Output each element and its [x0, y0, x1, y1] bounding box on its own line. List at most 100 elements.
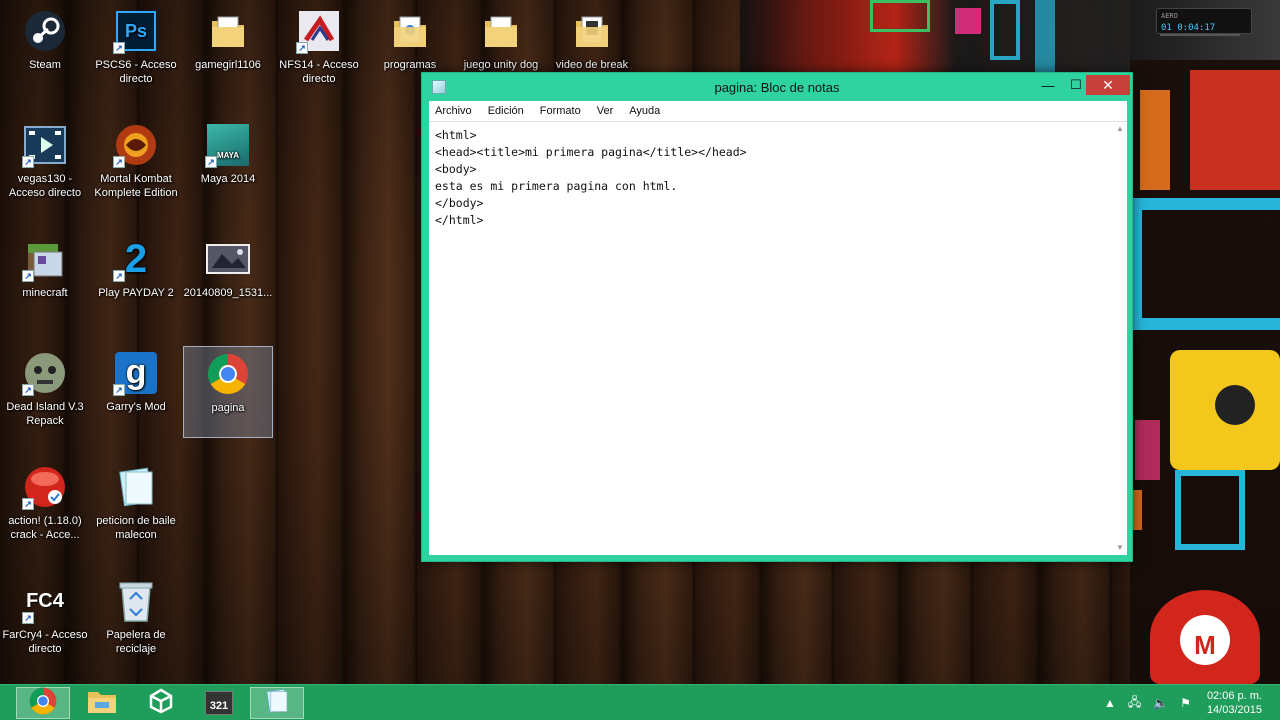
- menu-edicion[interactable]: Edición: [488, 105, 524, 117]
- volume-icon[interactable]: 🔈: [1153, 696, 1168, 710]
- desktop-icon-label: Mortal Kombat Komplete Edition: [94, 173, 178, 199]
- desktop-icon-label: Dead Island V.3 Repack: [6, 401, 84, 427]
- taskbar-chrome[interactable]: [16, 687, 70, 719]
- desktop-icon-label: PSCS6 - Acceso directo: [95, 59, 177, 85]
- desktop-icon-label: minecraft: [22, 287, 68, 299]
- unity-icon: [148, 688, 174, 719]
- action-icon: ↗: [22, 464, 68, 510]
- recycle-bin-icon: [113, 578, 159, 624]
- desktop-icon-recycle-bin[interactable]: Papelera de reciclaje: [91, 574, 181, 666]
- desktop-icon-label: video de break: [555, 59, 629, 71]
- menu-ayuda[interactable]: Ayuda: [629, 105, 660, 117]
- folder-icon: [478, 8, 524, 54]
- desktop-icon-label: Maya 2014: [200, 173, 256, 185]
- folder-icon: [205, 8, 251, 54]
- payday-icon: 2 ↗: [113, 236, 159, 282]
- show-hidden-icons-icon[interactable]: ▲: [1104, 696, 1116, 710]
- notepad-titlebar[interactable]: pagina: Bloc de notas — ☐ ✕: [422, 73, 1132, 101]
- desktop-icon-label: gamegirl1106: [195, 59, 261, 71]
- shortcut-arrow-icon: ↗: [113, 270, 125, 282]
- maya-icon: MAYA ↗: [205, 122, 251, 168]
- dead-island-icon: ↗: [22, 350, 68, 396]
- garrys-mod-icon: g ↗: [113, 350, 159, 396]
- desktop-icon-label: Steam: [29, 59, 61, 71]
- shortcut-arrow-icon: ↗: [205, 156, 217, 168]
- network-icon[interactable]: 🖧: [1128, 693, 1141, 714]
- wallpaper-art-top: [740, 0, 1130, 72]
- shortcut-arrow-icon: ↗: [22, 270, 34, 282]
- desktop-icon-label: 20140809_1531...: [183, 287, 273, 299]
- desktop-icon-label: action! (1.18.0) crack - Acce...: [8, 515, 82, 541]
- desktop-icon-vegas130[interactable]: ↗ vegas130 - Acceso directo: [0, 118, 90, 210]
- desktop-icon-label: Papelera de reciclaje: [106, 629, 166, 655]
- image-thumbnail-icon: [205, 236, 251, 282]
- notepad-file-icon: [113, 464, 159, 510]
- menu-bar: Archivo Edición Formato Ver Ayuda: [429, 101, 1127, 121]
- desktop-icon-peticion-de-baile[interactable]: peticion de baile malecon: [91, 460, 181, 552]
- nfs-icon: ↗: [296, 8, 342, 54]
- desktop-icon-label: Play PAYDAY 2: [98, 287, 174, 299]
- desktop-icon-pagina[interactable]: pagina: [183, 346, 273, 438]
- desktop-icon-farcry4[interactable]: FC4 ↗ FarCry4 - Acceso directo: [0, 574, 90, 666]
- minecraft-icon: ↗: [22, 236, 68, 282]
- desktop-icon-label: juego unity dog: [463, 59, 539, 71]
- shortcut-arrow-icon: ↗: [22, 498, 34, 510]
- menu-ver[interactable]: Ver: [597, 105, 614, 117]
- desktop-icon-label: programas: [383, 59, 437, 71]
- taskbar: 321 ▲ 🖧 🔈 ⚑ 02:06 p. m. 14/03/2015: [0, 684, 1280, 720]
- desktop-icon-dead-island[interactable]: ↗ Dead Island V.3 Repack: [0, 346, 90, 438]
- desktop-icon-20140809[interactable]: 20140809_1531...: [183, 232, 273, 324]
- editor-content[interactable]: <html> <head><title>mi primera pagina</t…: [435, 127, 747, 229]
- minimize-button[interactable]: —: [1034, 75, 1062, 95]
- folder-icon: [387, 8, 433, 54]
- menu-formato[interactable]: Formato: [540, 105, 581, 117]
- desktop-icon-action[interactable]: ↗ action! (1.18.0) crack - Acce...: [0, 460, 90, 552]
- desktop-icon-garrys-mod[interactable]: g ↗ Garry's Mod: [91, 346, 181, 438]
- shortcut-arrow-icon: ↗: [296, 42, 308, 54]
- desktop-icon-mortal-kombat[interactable]: ↗ Mortal Kombat Komplete Edition: [91, 118, 181, 210]
- text-editor[interactable]: <html> <head><title>mi primera pagina</t…: [429, 121, 1127, 555]
- notepad-window[interactable]: pagina: Bloc de notas — ☐ ✕ Archivo Edic…: [421, 72, 1133, 562]
- desktop-icon-gamegirl1106[interactable]: gamegirl1106: [183, 4, 273, 96]
- desktop-icon-nfs14[interactable]: ↗ NFS14 - Acceso directo: [274, 4, 364, 96]
- menu-archivo[interactable]: Archivo: [435, 105, 472, 117]
- shortcut-arrow-icon: ↗: [22, 156, 34, 168]
- window-title: pagina: Bloc de notas: [714, 80, 840, 95]
- scroll-down-icon[interactable]: ▼: [1113, 541, 1127, 555]
- taskbar-action[interactable]: 321: [192, 687, 246, 719]
- notepad-icon: [264, 688, 290, 719]
- shortcut-arrow-icon: ↗: [113, 156, 125, 168]
- chrome-icon: [29, 687, 57, 720]
- clock[interactable]: 02:06 p. m. 14/03/2015: [1207, 689, 1262, 717]
- chrome-icon: [205, 351, 251, 397]
- desktop-icon-label: Garry's Mod: [106, 401, 166, 413]
- action-center-flag-icon[interactable]: ⚑: [1180, 696, 1191, 710]
- desktop-icon-pscs6[interactable]: Ps ↗ PSCS6 - Acceso directo: [91, 4, 181, 96]
- vertical-scrollbar[interactable]: ▲ ▼: [1113, 122, 1127, 555]
- desktop-icon-label: FarCry4 - Acceso directo: [2, 629, 88, 655]
- taskbar-notepad[interactable]: [250, 687, 304, 719]
- photoshop-icon: Ps ↗: [113, 8, 159, 54]
- mortal-kombat-icon: ↗: [113, 122, 159, 168]
- desktop-icon-payday-2[interactable]: 2 ↗ Play PAYDAY 2: [91, 232, 181, 324]
- close-button[interactable]: ✕: [1086, 75, 1130, 95]
- clock-time: 02:06 p. m.: [1206, 690, 1262, 702]
- shortcut-arrow-icon: ↗: [113, 384, 125, 396]
- desktop-icon-minecraft[interactable]: ↗ minecraft: [0, 232, 90, 324]
- folder-icon: [569, 8, 615, 54]
- vegas-icon: ↗: [22, 122, 68, 168]
- steam-icon: [22, 8, 68, 54]
- action-recorder-icon: 321: [205, 691, 233, 715]
- aero-badge: AERO 01 0:04:17: [1156, 8, 1252, 34]
- taskbar-unity[interactable]: [134, 687, 188, 719]
- shortcut-arrow-icon: ↗: [22, 612, 34, 624]
- clock-date: 14/03/2015: [1206, 704, 1262, 716]
- desktop-icon-maya-2014[interactable]: MAYA ↗ Maya 2014: [183, 118, 273, 210]
- desktop-icon-label: NFS14 - Acceso directo: [279, 59, 359, 85]
- desktop-icon-label: peticion de baile malecon: [96, 515, 176, 541]
- desktop-icon-steam[interactable]: Steam: [0, 4, 90, 96]
- farcry4-icon: FC4 ↗: [22, 578, 68, 624]
- scroll-up-icon[interactable]: ▲: [1113, 122, 1127, 136]
- taskbar-file-explorer[interactable]: [75, 687, 129, 719]
- desktop-icon-label: vegas130 - Acceso directo: [8, 173, 82, 199]
